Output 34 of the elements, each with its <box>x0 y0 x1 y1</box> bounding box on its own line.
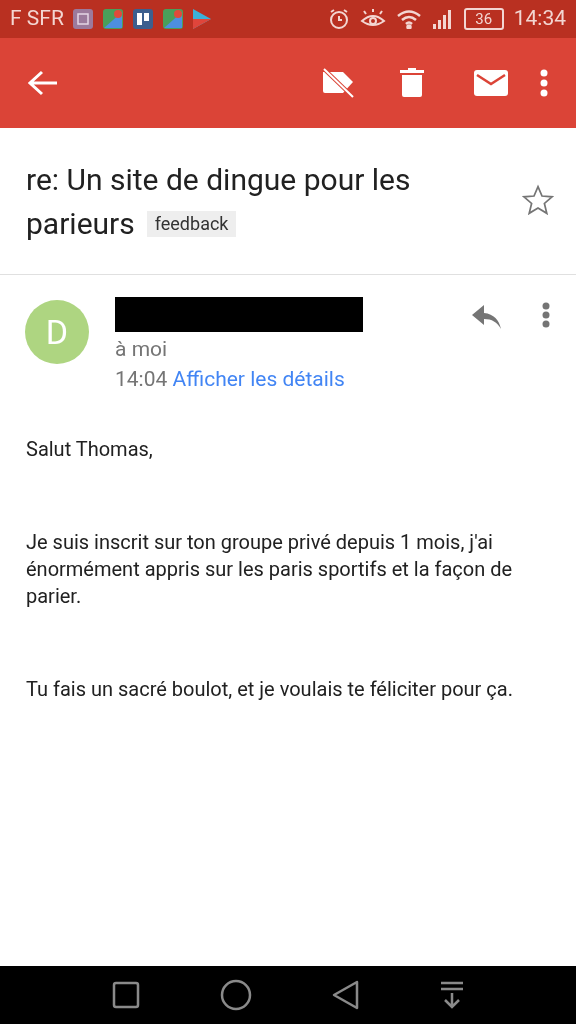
board-icon <box>131 8 154 30</box>
signal-icon <box>431 8 454 30</box>
map-icon <box>101 8 124 30</box>
more-options-icon[interactable] <box>542 302 550 328</box>
email-subject: parieurs <box>26 205 135 243</box>
message-paragraph: Salut Thomas, <box>26 436 154 463</box>
sender-avatar: D <box>25 300 89 364</box>
email-subject: re: Un site de dingue pour les <box>26 161 411 199</box>
gallery-icon <box>71 8 94 30</box>
wifi-icon <box>395 9 422 29</box>
eye-icon <box>359 9 386 29</box>
clock: 14:34 <box>513 5 566 33</box>
mail-icon[interactable] <box>474 70 508 96</box>
details-link[interactable]: Afficher les détails <box>172 367 345 391</box>
star-icon[interactable] <box>522 184 554 216</box>
trash-icon[interactable] <box>400 68 424 98</box>
battery-indicator: 36 <box>463 8 504 30</box>
message-paragraph: Je suis inscrit sur ton groupe privé depuis 1 mois, j'ai énormément appris sur les paris sportifs et la façon de parier. <box>26 529 514 610</box>
alarm-icon <box>327 8 350 30</box>
label-off-icon[interactable] <box>321 68 357 98</box>
message-paragraph: Tu fais un sacré boulot, et je voulais te féliciter pour ça. <box>26 676 514 703</box>
home-icon[interactable] <box>220 979 252 1011</box>
recipient-text: à moi <box>115 336 169 363</box>
reply-icon[interactable] <box>472 305 502 329</box>
map-icon <box>161 8 184 30</box>
back-arrow-icon[interactable] <box>28 70 58 96</box>
notification-pull-icon[interactable] <box>440 981 464 1009</box>
sent-time: 14:04 <box>115 367 168 391</box>
carrier-name: F SFR <box>10 5 64 33</box>
label-tag[interactable]: feedback <box>146 211 237 237</box>
more-options-icon[interactable] <box>540 69 548 97</box>
play-store-icon <box>191 8 212 30</box>
back-icon[interactable] <box>332 980 360 1010</box>
recent-apps-icon[interactable] <box>112 981 140 1009</box>
